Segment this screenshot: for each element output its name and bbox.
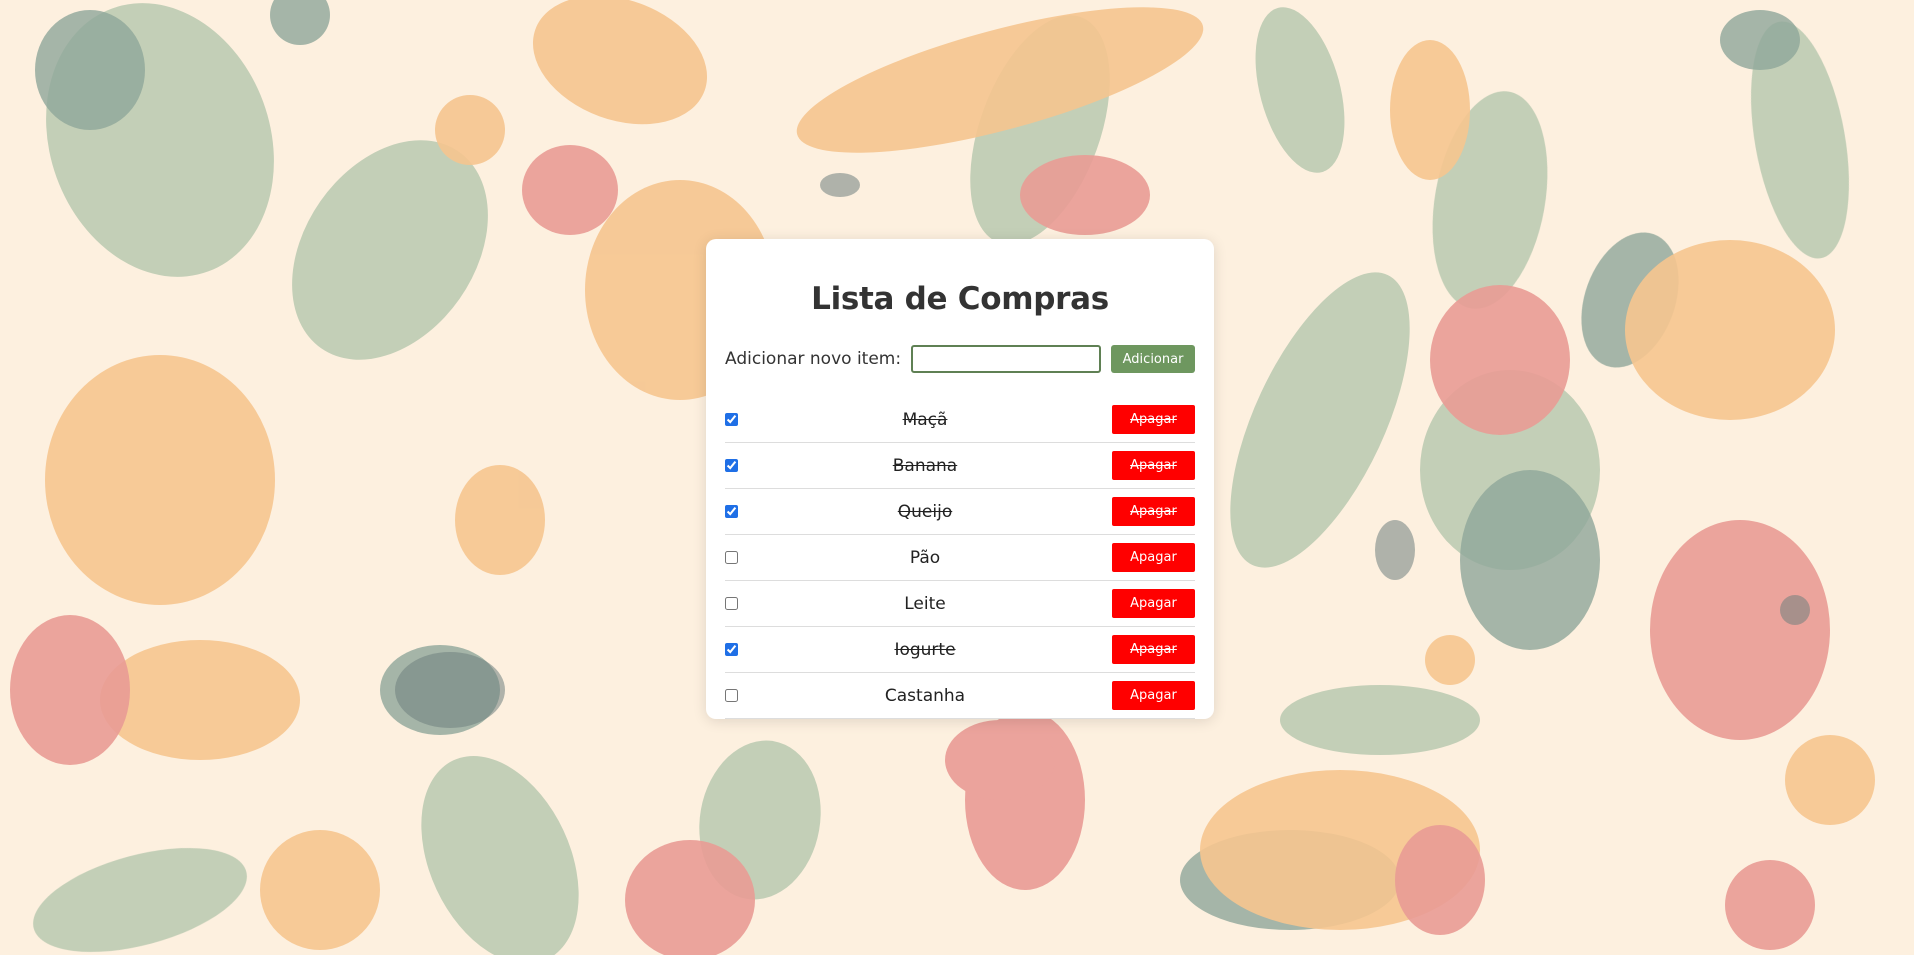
list-item: Iogurte Apagar — [725, 627, 1195, 673]
delete-button[interactable]: Apagar — [1112, 635, 1195, 664]
delete-button[interactable]: Apagar — [1112, 543, 1195, 572]
item-checkbox[interactable] — [725, 413, 738, 426]
delete-button[interactable]: Apagar — [1112, 589, 1195, 618]
shopping-list-card: Lista de Compras Adicionar novo item: Ad… — [706, 239, 1214, 719]
list-item: Castanha Apagar — [725, 673, 1195, 719]
list-item: Leite Apagar — [725, 581, 1195, 627]
new-item-input[interactable] — [911, 345, 1102, 373]
item-checkbox[interactable] — [725, 505, 738, 518]
delete-button[interactable]: Apagar — [1112, 451, 1195, 480]
delete-button[interactable]: Apagar — [1112, 497, 1195, 526]
list-item: Pão Apagar — [725, 535, 1195, 581]
item-name: Iogurte — [894, 639, 956, 660]
item-checkbox[interactable] — [725, 551, 738, 564]
item-name: Maçã — [902, 409, 948, 430]
shopping-list: Maçã Apagar Banana Apagar Queijo Apagar … — [725, 397, 1195, 719]
add-item-form: Adicionar novo item: Adicionar — [725, 343, 1195, 375]
list-item: Queijo Apagar — [725, 489, 1195, 535]
item-name: Castanha — [884, 685, 966, 706]
item-name: Pão — [909, 547, 941, 568]
list-item: Banana Apagar — [725, 443, 1195, 489]
item-checkbox[interactable] — [725, 643, 738, 656]
item-checkbox[interactable] — [725, 459, 738, 472]
delete-button[interactable]: Apagar — [1112, 405, 1195, 434]
item-checkbox[interactable] — [725, 689, 738, 702]
page-title: Lista de Compras — [811, 281, 1109, 317]
item-name: Leite — [904, 593, 946, 614]
add-button[interactable]: Adicionar — [1111, 345, 1195, 373]
list-item: Maçã Apagar — [725, 397, 1195, 443]
item-name: Banana — [892, 455, 958, 476]
delete-button[interactable]: Apagar — [1112, 681, 1195, 710]
add-item-label: Adicionar novo item: — [725, 349, 902, 369]
item-checkbox[interactable] — [725, 597, 738, 610]
item-name: Queijo — [897, 501, 953, 522]
